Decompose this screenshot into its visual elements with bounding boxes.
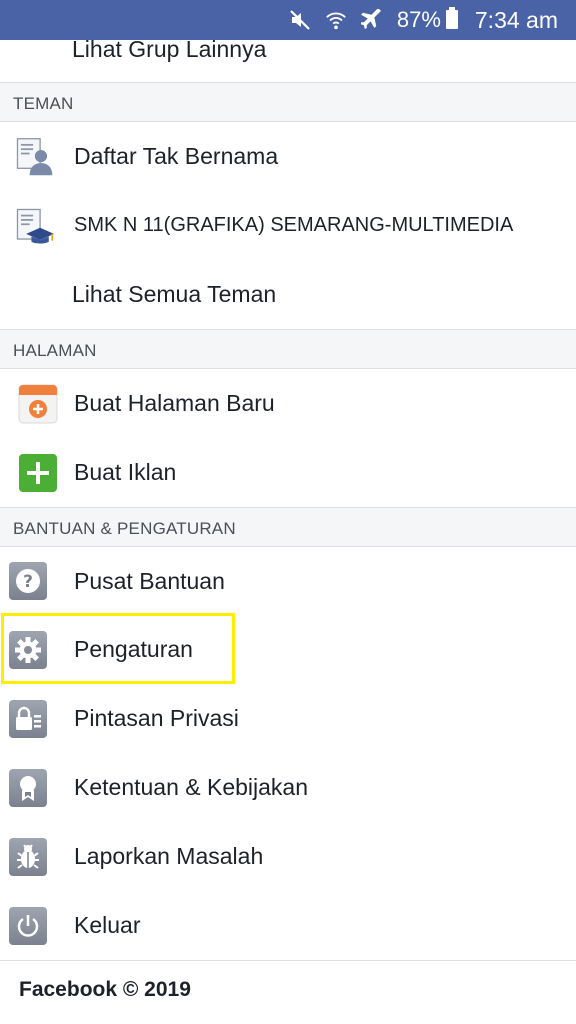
battery-icon <box>445 6 459 34</box>
section-header-pages: HALAMAN <box>0 329 576 369</box>
mute-icon <box>289 9 311 31</box>
clock: 7:34 am <box>474 6 558 33</box>
create-page-icon <box>18 384 58 424</box>
footer-copyright: Facebook © 2019 <box>19 978 191 1001</box>
privacy-lock-icon <box>8 699 48 739</box>
section-header-help-settings: BANTUAN & PENGATURAN <box>0 507 576 547</box>
terms-policies-item[interactable]: Ketentuan & Kebijakan <box>0 753 576 823</box>
section-header-friends: TEMAN <box>0 82 576 122</box>
settings-item[interactable]: Pengaturan <box>0 615 576 685</box>
help-icon: ? <box>8 561 48 601</box>
privacy-shortcuts-item[interactable]: Pintasan Privasi <box>0 684 576 754</box>
terms-ribbon-icon <box>8 768 48 808</box>
create-ad-item[interactable]: Buat Iklan <box>0 438 576 508</box>
create-page-item[interactable]: Buat Halaman Baru <box>0 369 576 439</box>
status-bar: 87% 7:34 am <box>0 0 576 40</box>
power-icon <box>8 906 48 946</box>
battery-percent: 87% <box>396 7 441 32</box>
friend-list-icon <box>14 137 54 177</box>
airplane-mode-icon <box>360 9 383 31</box>
friend-list-item[interactable]: Daftar Tak Bernama <box>0 122 576 192</box>
log-out-item[interactable]: Keluar <box>0 891 576 961</box>
svg-text:?: ? <box>23 572 33 592</box>
school-list-item[interactable]: SMK N 11(GRAFIKA) SEMARANG-MULTIMEDIA <box>0 191 576 261</box>
bug-icon <box>8 837 48 877</box>
create-ad-icon <box>18 453 58 493</box>
see-all-friends-item[interactable]: Lihat Semua Teman <box>0 260 576 330</box>
report-problem-item[interactable]: Laporkan Masalah <box>0 822 576 892</box>
wifi-icon <box>325 9 347 31</box>
gear-icon <box>8 630 48 670</box>
school-list-icon <box>14 206 54 246</box>
help-center-item[interactable]: ? Pusat Bantuan <box>0 547 576 616</box>
